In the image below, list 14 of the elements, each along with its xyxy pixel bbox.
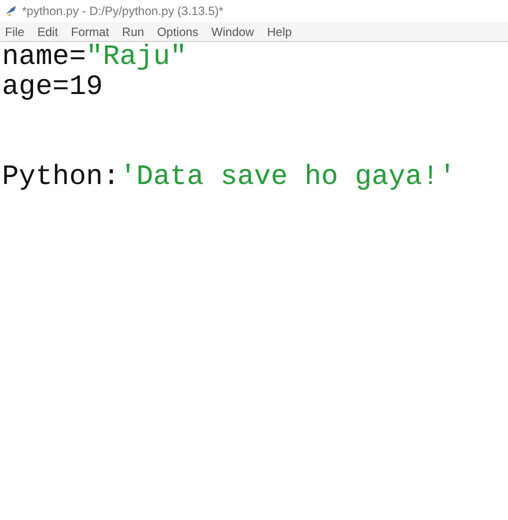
code-text: name= [2,43,86,73]
menu-item[interactable]: File [5,22,24,40]
code-text: age=19 [2,73,103,103]
menu-item[interactable]: Format [71,22,110,40]
menu-item[interactable]: Edit [37,22,58,40]
editor-area[interactable]: name="Raju" age=19 Python:'Data save ho gaya!' [0,42,508,520]
menu-item[interactable]: Window [211,22,254,40]
string-literal: 'Data save ho gaya!' [120,163,456,193]
menu-item[interactable]: Help [267,22,292,40]
code-text: Python: [2,163,120,193]
menu-item[interactable]: Options [157,22,198,40]
string-literal: "Raju" [86,43,187,73]
menu-item[interactable]: Run [122,22,144,40]
window-title: *python.py - D:/Py/python.py (3.13.5)* [22,3,224,20]
